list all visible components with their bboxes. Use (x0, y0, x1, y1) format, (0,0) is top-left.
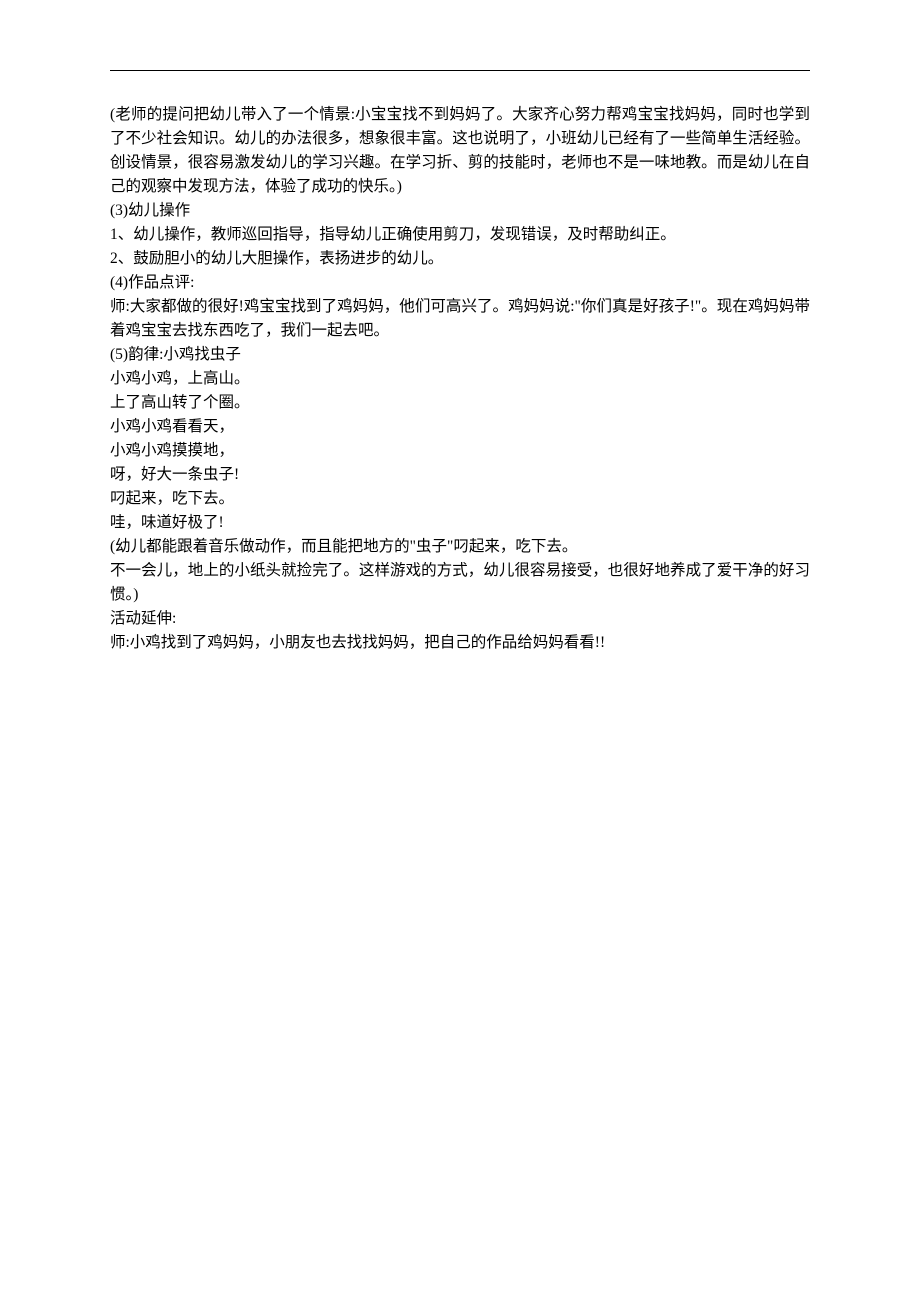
document-body: (老师的提问把幼儿带入了一个情景:小宝宝找不到妈妈了。大家齐心努力帮鸡宝宝找妈妈… (110, 103, 810, 655)
paragraph: (3)幼儿操作 (110, 199, 810, 223)
paragraph: 师:大家都做的很好!鸡宝宝找到了鸡妈妈，他们可高兴了。鸡妈妈说:"你们真是好孩子… (110, 295, 810, 343)
paragraph: 小鸡小鸡看看天， (110, 415, 810, 439)
paragraph: 活动延伸: (110, 607, 810, 631)
paragraph: 小鸡小鸡摸摸地， (110, 439, 810, 463)
paragraph: 叼起来，吃下去。 (110, 487, 810, 511)
paragraph: 2、鼓励胆小的幼儿大胆操作，表扬进步的幼儿。 (110, 247, 810, 271)
paragraph: (幼儿都能跟着音乐做动作，而且能把地方的"虫子"叼起来，吃下去。 (110, 535, 810, 559)
paragraph: 哇，味道好极了! (110, 511, 810, 535)
paragraph: 小鸡小鸡，上高山。 (110, 367, 810, 391)
paragraph: (4)作品点评: (110, 271, 810, 295)
paragraph: 师:小鸡找到了鸡妈妈，小朋友也去找找妈妈，把自己的作品给妈妈看看!! (110, 631, 810, 655)
paragraph: 1、幼儿操作，教师巡回指导，指导幼儿正确使用剪刀，发现错误，及时帮助纠正。 (110, 223, 810, 247)
page-divider (110, 70, 810, 71)
paragraph: (老师的提问把幼儿带入了一个情景:小宝宝找不到妈妈了。大家齐心努力帮鸡宝宝找妈妈… (110, 103, 810, 199)
paragraph: 呀，好大一条虫子! (110, 463, 810, 487)
paragraph: 不一会儿，地上的小纸头就捡完了。这样游戏的方式，幼儿很容易接受，也很好地养成了爱… (110, 559, 810, 607)
paragraph: (5)韵律:小鸡找虫子 (110, 343, 810, 367)
paragraph: 上了高山转了个圈。 (110, 391, 810, 415)
